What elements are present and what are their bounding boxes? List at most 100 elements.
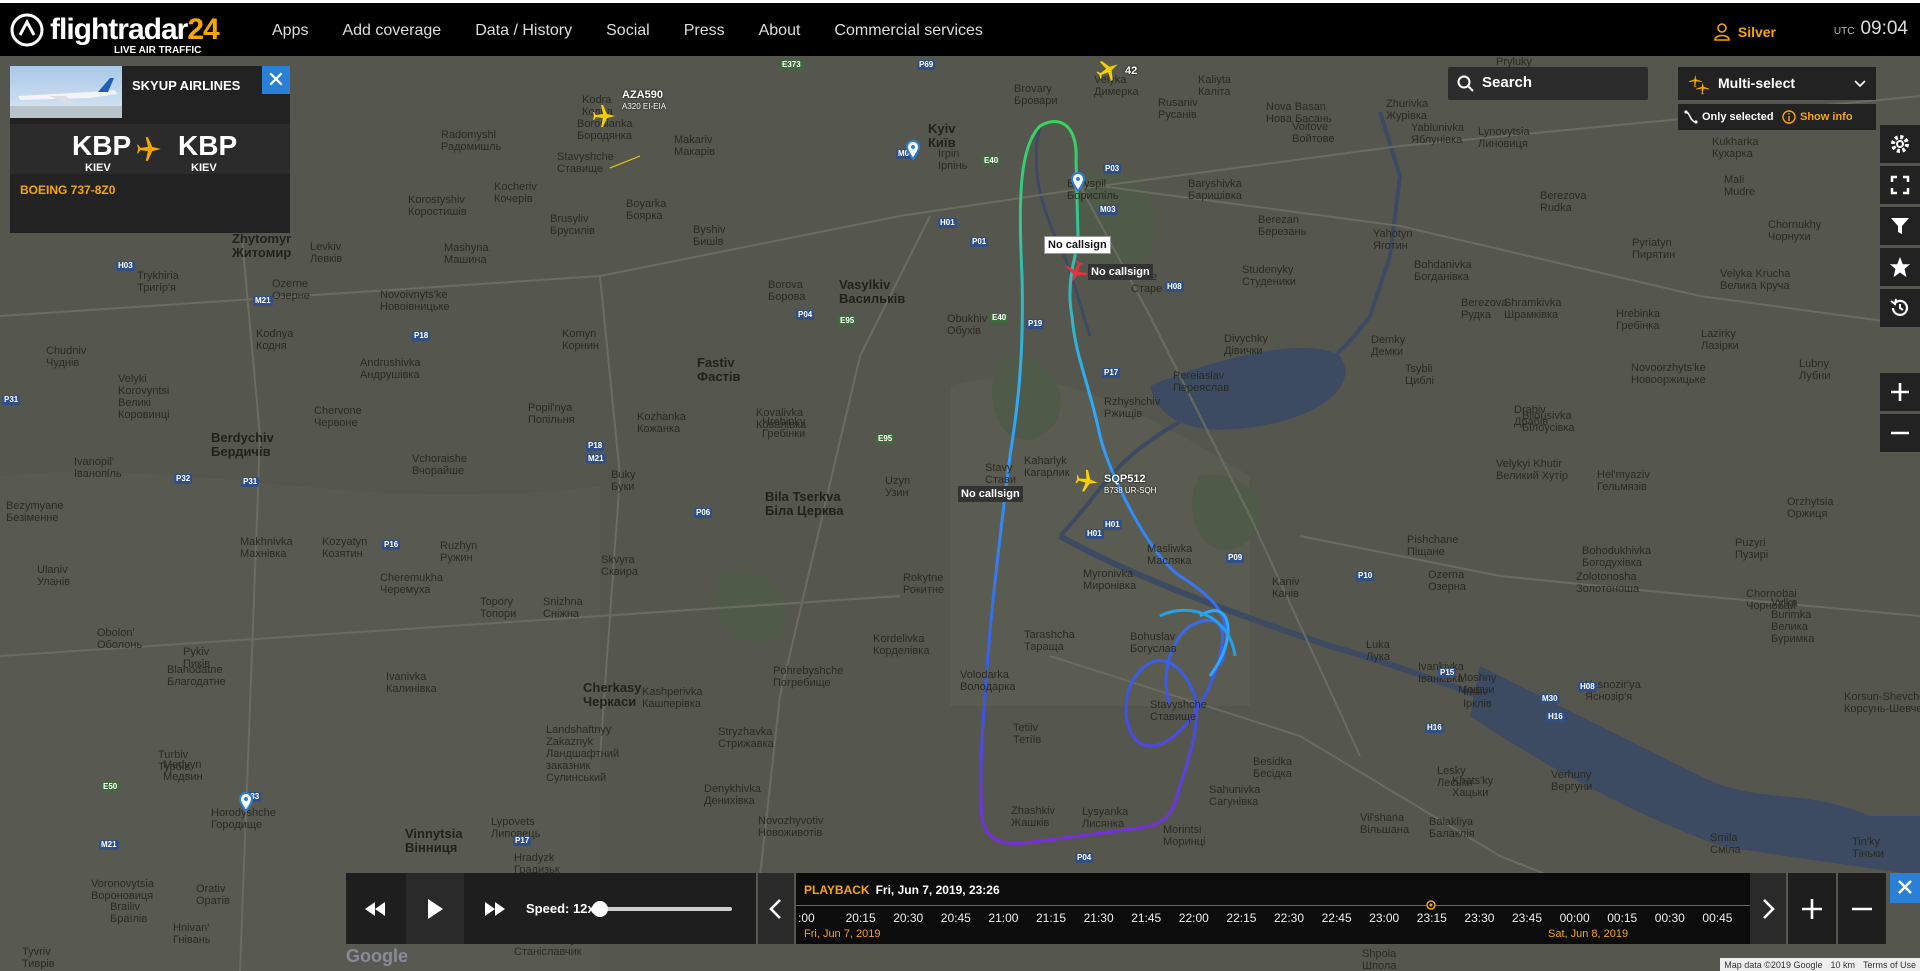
- place-label: Sahunivka Сагунівка: [1209, 784, 1261, 808]
- place-label: Hrebinka Гребінка: [1616, 308, 1661, 332]
- place-label: Irkliiv Ірклів: [1463, 686, 1492, 710]
- place-label: Topory Топори: [480, 596, 517, 620]
- place-label: Bohodukhivka Богодухівка: [1582, 545, 1652, 569]
- user-icon: [1714, 23, 1730, 41]
- timeline-tick: 00:15: [1607, 911, 1638, 925]
- aircraft-icon[interactable]: [1075, 469, 1099, 493]
- road-shield: H16: [1546, 712, 1565, 722]
- destination-code: KBP: [178, 130, 238, 161]
- nav-apps[interactable]: Apps: [272, 22, 308, 40]
- play-icon: [428, 898, 443, 919]
- speed-slider-knob[interactable]: [592, 901, 608, 917]
- location-pin-icon[interactable]: [906, 140, 920, 160]
- search-box: [1448, 67, 1648, 100]
- timeline-cursor-icon[interactable]: [1426, 900, 1436, 910]
- place-label: Novozhyvotiv Новоживотів: [758, 815, 824, 839]
- fullscreen-button[interactable]: [1880, 166, 1920, 204]
- multi-select-dropdown[interactable]: Multi-select: [1678, 67, 1876, 100]
- minus-icon: [1852, 907, 1872, 910]
- selected-callsign-label: No callsign: [1088, 264, 1153, 280]
- road-shield: P31: [241, 477, 260, 487]
- location-pin-icon[interactable]: [1071, 172, 1085, 192]
- rewind-button[interactable]: [346, 873, 404, 944]
- aircraft-label-sqp512[interactable]: SQP512 B738 UR-SQH: [1104, 473, 1156, 497]
- place-label: Berezova Рудка: [1461, 297, 1508, 321]
- timeline-zoom-in-button[interactable]: [1788, 873, 1836, 944]
- place-label: Brovary Бровари: [1014, 83, 1058, 107]
- terms-link[interactable]: Terms of Use: [1863, 960, 1916, 970]
- timeline-tick: 20:15: [845, 911, 876, 925]
- place-label: Stavy Стави: [985, 462, 1016, 486]
- road-shield: P06: [694, 508, 713, 518]
- timeline-zoom-out-button[interactable]: [1838, 873, 1886, 944]
- zoom-out-button[interactable]: [1880, 414, 1920, 452]
- place-label: Korsun-Shevchenkivs'kyiКорсунь-Шевченків…: [1844, 691, 1920, 715]
- timeline-next-button[interactable]: [1750, 873, 1786, 944]
- place-label: Ozerna Озерна: [1428, 569, 1466, 593]
- aircraft-type: BOEING 737-8Z0: [20, 183, 116, 197]
- timeline-tick: 21:00: [988, 911, 1019, 925]
- history-button[interactable]: [1880, 289, 1920, 327]
- place-label: Berezova Rudka: [1540, 190, 1587, 214]
- place-label: Baryshivka Баришівка: [1188, 178, 1242, 202]
- timeline-day-next: Sat, Jun 8, 2019: [1548, 928, 1629, 940]
- aircraft-label-aza590[interactable]: AZA590 A320 EI-EIA: [622, 89, 666, 113]
- place-label: Cheremukha Черемуха: [380, 572, 443, 596]
- callsign-label-left: No callsign: [958, 486, 1023, 502]
- road-shield: P17: [1102, 368, 1121, 378]
- road-shield: P18: [412, 331, 431, 341]
- aircraft-icon[interactable]: [1096, 58, 1120, 82]
- clock-time: 09:04: [1860, 18, 1908, 39]
- nav-about[interactable]: About: [759, 22, 801, 40]
- favorites-button[interactable]: [1880, 248, 1920, 286]
- playback-timeline[interactable]: PLAYBACK Fri, Jun 7, 2019, 23:26 :00 20:15…: [796, 873, 1750, 944]
- place-label: Irpin Ірпінь: [938, 148, 968, 172]
- settings-button[interactable]: [1880, 125, 1920, 163]
- nav-commercial-services[interactable]: Commercial services: [834, 22, 982, 40]
- speed-slider[interactable]: [592, 901, 732, 917]
- place-label: Korostyshiv Коростишів: [408, 194, 467, 218]
- close-panel-button[interactable]: ✕: [262, 66, 290, 94]
- only-selected-toggle[interactable]: Only selected: [1684, 110, 1774, 124]
- timeline-tick: 20:30: [893, 911, 924, 925]
- playback-controls: Speed: 12x: [346, 873, 756, 944]
- search-input[interactable]: [1480, 73, 1644, 92]
- nav-data-history[interactable]: Data / History: [475, 22, 572, 40]
- place-label: Tyvriv Тиврів: [22, 946, 55, 970]
- map-scale: 10 km: [1830, 959, 1855, 970]
- place-label: Shramkivka Шрамківка: [1504, 297, 1562, 321]
- aircraft-icon[interactable]: [592, 104, 616, 128]
- filter-button[interactable]: [1880, 207, 1920, 245]
- place-label: Puzyri Пузирі: [1735, 537, 1769, 561]
- road-shield: H08: [1578, 682, 1597, 692]
- place-label: Studenyky Студеники: [1242, 264, 1296, 288]
- road-shield: M21: [253, 296, 273, 306]
- place-label: Makariv Макарів: [674, 134, 715, 158]
- selected-aircraft-icon[interactable]: [1064, 260, 1088, 284]
- place-label: Vylka Burimka Велика Буримка: [1771, 597, 1815, 645]
- timeline-axis: [796, 905, 1750, 906]
- fullscreen-icon: [1890, 175, 1910, 195]
- place-label: Bila Tserkva Біла Церква: [765, 489, 844, 518]
- place-label: Lysyanka Лисянка: [1082, 806, 1129, 830]
- aircraft-photo[interactable]: [10, 66, 122, 118]
- search-icon: [1457, 75, 1474, 92]
- nav-social[interactable]: Social: [606, 22, 650, 40]
- play-button[interactable]: [406, 873, 464, 944]
- place-label: Buky Буки: [611, 469, 636, 493]
- place-label: Stryzhavka Стрижавка: [718, 726, 774, 750]
- zoom-in-button[interactable]: [1880, 373, 1920, 411]
- show-info-toggle[interactable]: Show info: [1782, 110, 1853, 124]
- nav-press[interactable]: Press: [684, 22, 725, 40]
- aircraft-label-42[interactable]: 42: [1125, 65, 1137, 77]
- close-playback-button[interactable]: [1890, 873, 1920, 903]
- location-pin-icon[interactable]: [239, 792, 253, 812]
- playback-datetime: Fri, Jun 7, 2019, 23:26: [875, 883, 1000, 897]
- map-attribution: Map data ©2019 Google 10 km Terms of Use: [1720, 958, 1920, 971]
- fast-forward-button[interactable]: [466, 873, 524, 944]
- user-account[interactable]: Silver: [1714, 23, 1776, 41]
- place-label: Myronivka Миронівка: [1083, 568, 1137, 592]
- place-label: Ozerne Озерне: [272, 278, 310, 302]
- nav-add-coverage[interactable]: Add coverage: [342, 22, 441, 40]
- timeline-prev-button[interactable]: [758, 873, 794, 944]
